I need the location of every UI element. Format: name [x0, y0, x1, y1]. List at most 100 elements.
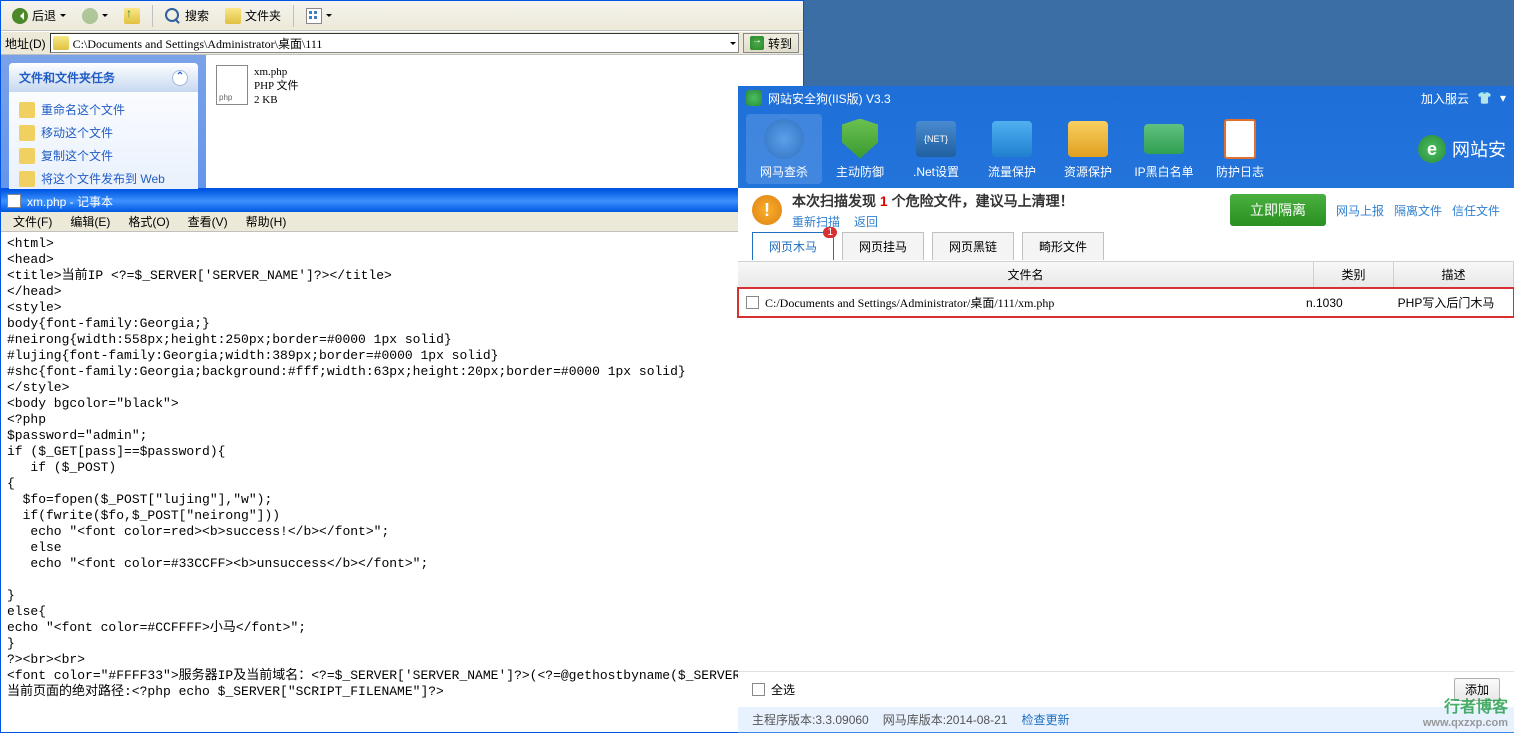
- forward-icon: [82, 8, 98, 24]
- ip-icon: [1144, 124, 1184, 154]
- explorer-window: 后退 搜索 文件夹 地址(D) C:\Documents and Setting…: [0, 0, 804, 189]
- folder-icon: [53, 36, 69, 50]
- tab-malformed[interactable]: 畸形文件: [1022, 232, 1104, 260]
- result-tabs: 网页木马1 网页挂马 网页黑链 畸形文件: [738, 232, 1514, 261]
- shield-icon: [842, 119, 878, 159]
- file-item[interactable]: xm.php PHP 文件 2 KB: [216, 65, 793, 107]
- folders-button[interactable]: 文件夹: [218, 4, 288, 27]
- copy-icon: [19, 148, 35, 164]
- join-cloud-link[interactable]: 加入服云: [1421, 90, 1469, 107]
- nav-resource[interactable]: 资源保护: [1050, 114, 1126, 184]
- row-description: PHP写入后门木马: [1386, 294, 1506, 311]
- results-grid: 文件名 类别 描述 C:/Documents and Settings/Admi…: [738, 261, 1514, 671]
- trust-file-link[interactable]: 信任文件: [1452, 202, 1500, 219]
- skin-icon[interactable]: 👕: [1477, 91, 1492, 105]
- isolate-file-link[interactable]: 隔离文件: [1394, 202, 1442, 219]
- nav-net-settings[interactable]: {NET}.Net设置: [898, 114, 974, 184]
- nav-log[interactable]: 防护日志: [1202, 114, 1278, 184]
- quarantine-button[interactable]: 立即隔离: [1230, 194, 1326, 226]
- security-app-window: 网站安全狗(IIS版) V3.3 加入服云 👕 ▾ 网马查杀 主动防御 {NET…: [738, 86, 1514, 733]
- scan-alert-bar: ! 本次扫描发现 1 个危险文件，建议马上清理！ 重新扫描返回 立即隔离 网马上…: [738, 188, 1514, 232]
- resource-icon: [1068, 121, 1108, 157]
- back-icon: [12, 8, 28, 24]
- sidebar-item-copy[interactable]: 复制这个文件: [19, 144, 188, 167]
- menu-view[interactable]: 查看(V): [180, 211, 236, 232]
- grid-footer: 全选 添加: [738, 671, 1514, 707]
- search-button[interactable]: 搜索: [158, 4, 216, 27]
- notepad-titlebar[interactable]: xm.php - 记事本: [1, 190, 803, 212]
- app-title: 网站安全狗(IIS版) V3.3: [768, 90, 891, 107]
- tab-blacklink[interactable]: 网页黑链: [932, 232, 1014, 260]
- nav-webshell-scan[interactable]: 网马查杀: [746, 114, 822, 184]
- notepad-icon: [7, 194, 21, 208]
- row-filepath: C:/Documents and Settings/Administrator/…: [765, 294, 1054, 311]
- notepad-content[interactable]: <html> <head> <title>当前IP <?=$_SERVER['S…: [1, 232, 803, 732]
- back-button[interactable]: 后退: [5, 4, 73, 27]
- back-link[interactable]: 返回: [854, 215, 878, 229]
- go-button[interactable]: 转到: [743, 33, 799, 53]
- report-link[interactable]: 网马上报: [1336, 202, 1384, 219]
- selectall-checkbox[interactable]: [752, 683, 765, 696]
- address-input[interactable]: C:\Documents and Settings\Administrator\…: [50, 33, 739, 53]
- up-button[interactable]: [117, 5, 147, 27]
- threat-count: 1: [880, 193, 888, 209]
- logo-icon: e: [1418, 135, 1446, 163]
- sidebar-panel-header[interactable]: 文件和文件夹任务 ⌃: [9, 63, 198, 92]
- brand-logo: e网站安: [1418, 135, 1506, 163]
- file-type: PHP 文件: [254, 79, 299, 93]
- forward-button[interactable]: [75, 5, 115, 27]
- tab-webshell[interactable]: 网页木马1: [752, 232, 834, 260]
- chevron-down-icon[interactable]: [730, 42, 736, 48]
- nav-traffic[interactable]: 流量保护: [974, 114, 1050, 184]
- notepad-title: xm.php - 记事本: [27, 193, 113, 210]
- notepad-menubar: 文件(F) 编辑(E) 格式(O) 查看(V) 帮助(H): [1, 212, 803, 232]
- col-category[interactable]: 类别: [1314, 262, 1394, 287]
- views-button[interactable]: [299, 5, 339, 27]
- check-update-link[interactable]: 检查更新: [1021, 711, 1069, 728]
- menu-format[interactable]: 格式(O): [120, 211, 177, 232]
- menu-file[interactable]: 文件(F): [5, 211, 60, 232]
- php-file-icon: [216, 65, 248, 105]
- file-list[interactable]: xm.php PHP 文件 2 KB: [206, 55, 803, 188]
- collapse-icon[interactable]: ⌃: [172, 70, 188, 86]
- watermark: 行者博客 www.qxzxp.com: [1423, 693, 1508, 729]
- warning-icon: !: [752, 195, 782, 225]
- sidebar-item-publish[interactable]: 将这个文件发布到 Web: [19, 167, 188, 190]
- shield-icon: [746, 90, 762, 106]
- selectall-label: 全选: [771, 681, 795, 698]
- chevron-down-icon: [102, 14, 108, 20]
- chevron-down-icon: [60, 14, 66, 20]
- go-icon: [750, 36, 764, 50]
- notepad-window: xm.php - 记事本 文件(F) 编辑(E) 格式(O) 查看(V) 帮助(…: [0, 189, 804, 733]
- table-row[interactable]: C:/Documents and Settings/Administrator/…: [738, 288, 1514, 317]
- address-label: 地址(D): [5, 35, 46, 52]
- program-version: 主程序版本:3.3.09060: [752, 711, 869, 728]
- move-icon: [19, 125, 35, 141]
- db-version: 网马库版本:2014-08-21: [883, 711, 1008, 728]
- explorer-sidebar: 文件和文件夹任务 ⌃ 重命名这个文件 移动这个文件 复制这个文件 将这个文件发布…: [1, 55, 206, 188]
- address-bar: 地址(D) C:\Documents and Settings\Administ…: [1, 31, 803, 55]
- row-checkbox[interactable]: [746, 296, 759, 309]
- explorer-toolbar: 后退 搜索 文件夹: [1, 1, 803, 31]
- tab-iframe[interactable]: 网页挂马: [842, 232, 924, 260]
- menu-icon[interactable]: ▾: [1500, 91, 1506, 105]
- menu-help[interactable]: 帮助(H): [238, 211, 295, 232]
- row-category: n.1030: [1306, 296, 1386, 310]
- badge-count: 1: [823, 227, 837, 238]
- horse-icon: [764, 119, 804, 159]
- grid-header: 文件名 类别 描述: [738, 262, 1514, 288]
- folders-icon: [225, 8, 241, 24]
- sidebar-item-rename[interactable]: 重命名这个文件: [19, 98, 188, 121]
- col-description[interactable]: 描述: [1394, 262, 1514, 287]
- security-titlebar[interactable]: 网站安全狗(IIS版) V3.3 加入服云 👕 ▾: [738, 86, 1514, 110]
- sidebar-item-move[interactable]: 移动这个文件: [19, 121, 188, 144]
- nav-active-defense[interactable]: 主动防御: [822, 114, 898, 184]
- file-size: 2 KB: [254, 93, 299, 107]
- menu-edit[interactable]: 编辑(E): [62, 211, 118, 232]
- search-icon: [165, 8, 181, 24]
- file-name: xm.php: [254, 65, 299, 79]
- col-filename[interactable]: 文件名: [738, 262, 1314, 287]
- rename-icon: [19, 102, 35, 118]
- nav-ip-list[interactable]: IP黑白名单: [1126, 114, 1202, 184]
- security-nav: 网马查杀 主动防御 {NET}.Net设置 流量保护 资源保护 IP黑白名单 防…: [738, 110, 1514, 188]
